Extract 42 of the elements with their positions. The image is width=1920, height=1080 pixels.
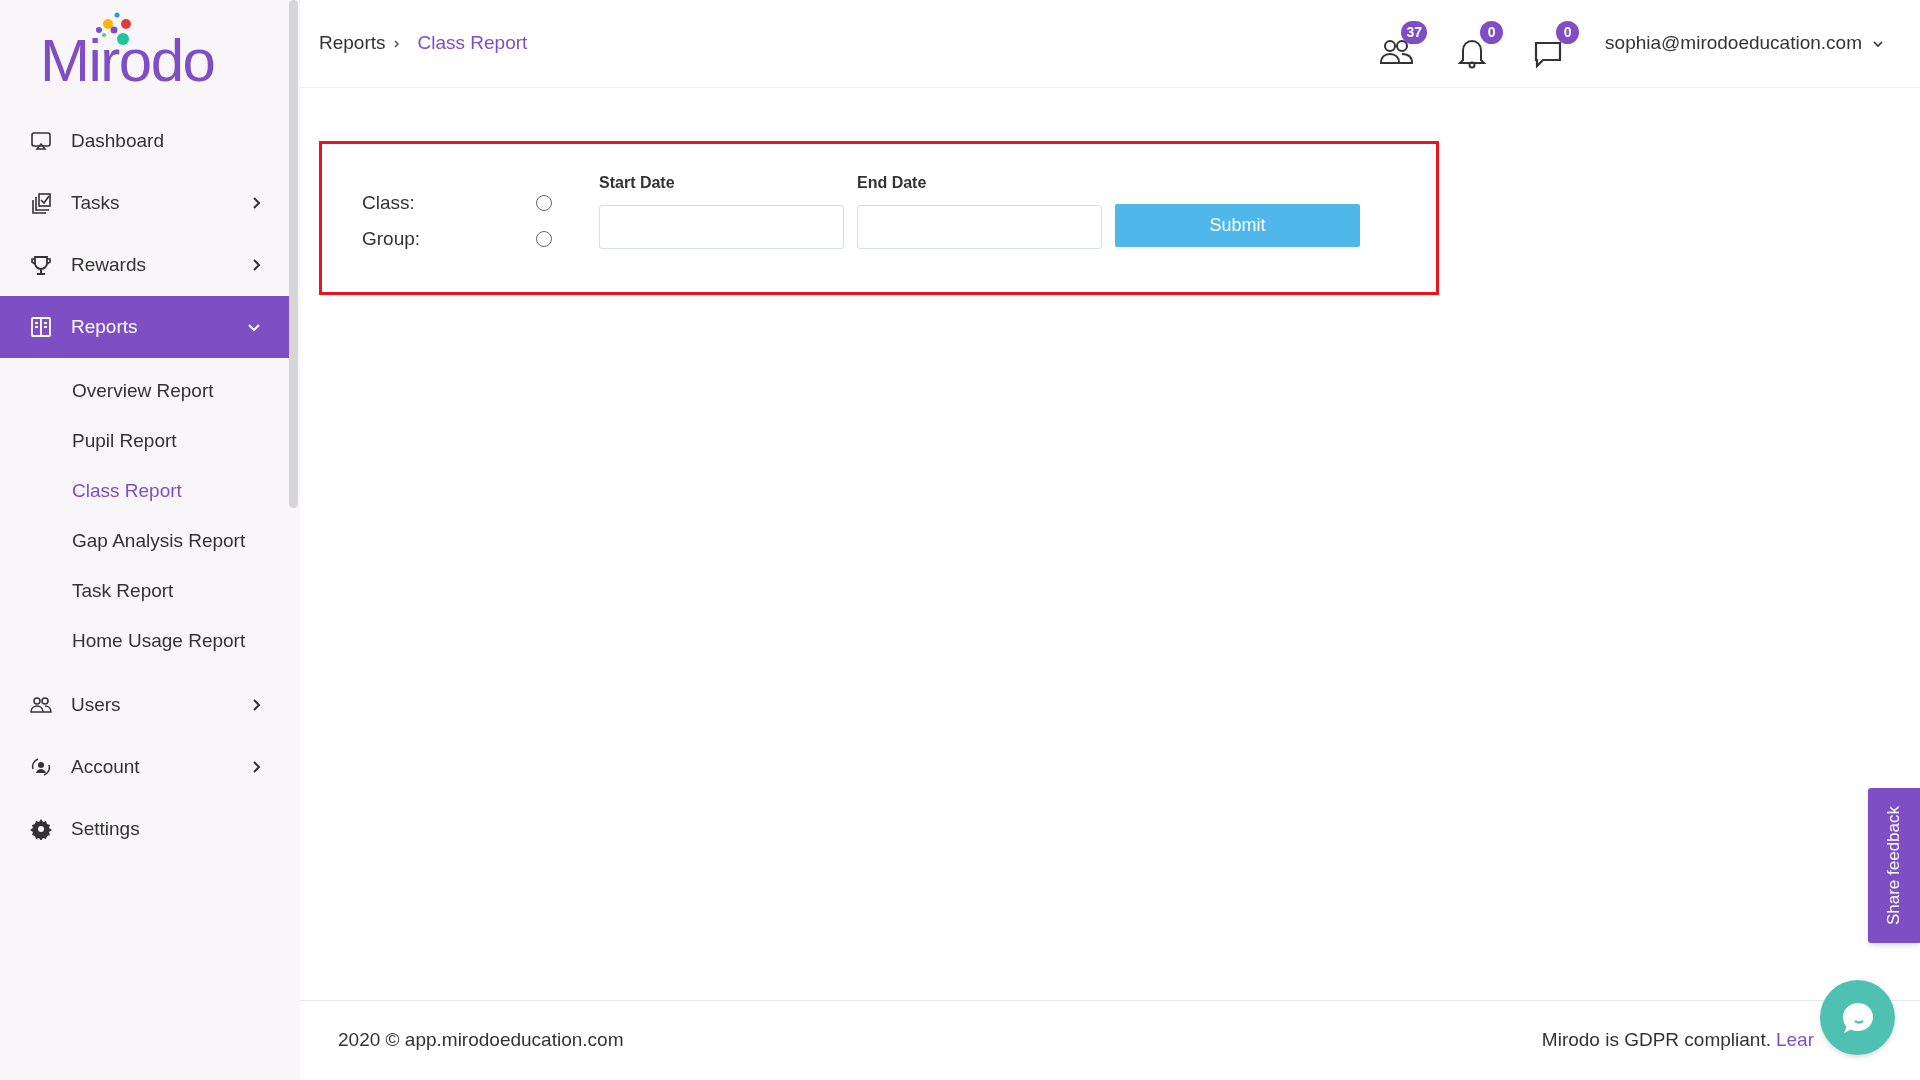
submenu-item[interactable]: Gap Analysis Report xyxy=(0,516,289,566)
sidebar-item[interactable]: Account xyxy=(0,736,289,798)
submenu-item[interactable]: Home Usage Report xyxy=(0,616,289,666)
count-badge: 37 xyxy=(1401,20,1428,44)
sidebar-item[interactable]: Rewards xyxy=(0,234,289,296)
radio-label: Class: xyxy=(362,190,416,215)
settings-icon xyxy=(30,818,52,840)
logo: Mirodo xyxy=(40,19,215,91)
breadcrumb-link[interactable]: Class Report xyxy=(417,29,528,58)
sidebar-item[interactable]: Dashboard xyxy=(0,110,289,172)
radio-label: Group: xyxy=(362,227,422,251)
copyright-text: 2020 © app.mirodoeducation.com xyxy=(338,1028,624,1053)
radio-button[interactable] xyxy=(536,231,552,248)
users-icon xyxy=(30,694,52,716)
field-label: Start Date xyxy=(599,173,676,193)
trophy-icon xyxy=(30,254,52,276)
sidebar-item[interactable]: Reports xyxy=(0,296,289,358)
field-label: End Date xyxy=(857,173,928,193)
scrollbar-thumb[interactable] xyxy=(289,0,298,508)
checklist-icon xyxy=(30,192,52,214)
share-feedback-tab[interactable]: Share feedback xyxy=(1868,788,1920,943)
submenu-item[interactable]: Task Report xyxy=(0,566,289,616)
learn-link[interactable]: Lear xyxy=(1775,1026,1814,1055)
submenu-item[interactable]: Pupil Report xyxy=(0,416,289,466)
radio-button[interactable] xyxy=(536,194,552,211)
user-menu[interactable]: sophia@mirodoeducation.com xyxy=(1605,29,1884,58)
monitor-icon xyxy=(30,130,52,152)
sidebar-item[interactable]: Settings xyxy=(0,798,289,860)
sidebar-item[interactable]: Tasks xyxy=(0,172,289,234)
count-badge: 0 xyxy=(1556,20,1580,44)
breadcrumb-link[interactable]: Reports xyxy=(319,29,386,58)
submenu-item[interactable]: Overview Report xyxy=(0,366,289,416)
report-icon xyxy=(30,316,52,338)
sidebar-item[interactable]: Users xyxy=(0,674,289,736)
count-badge: 0 xyxy=(1480,20,1504,44)
gdpr-notice: Mirodo is GDPR compliant. xyxy=(1541,1028,1771,1053)
person-icon xyxy=(30,756,52,778)
chevron-down-icon xyxy=(1872,39,1884,48)
date-input[interactable] xyxy=(599,205,844,249)
date-input[interactable] xyxy=(857,205,1102,249)
submenu-item[interactable]: Class Report xyxy=(0,466,289,516)
chevron-right-icon xyxy=(391,37,402,50)
